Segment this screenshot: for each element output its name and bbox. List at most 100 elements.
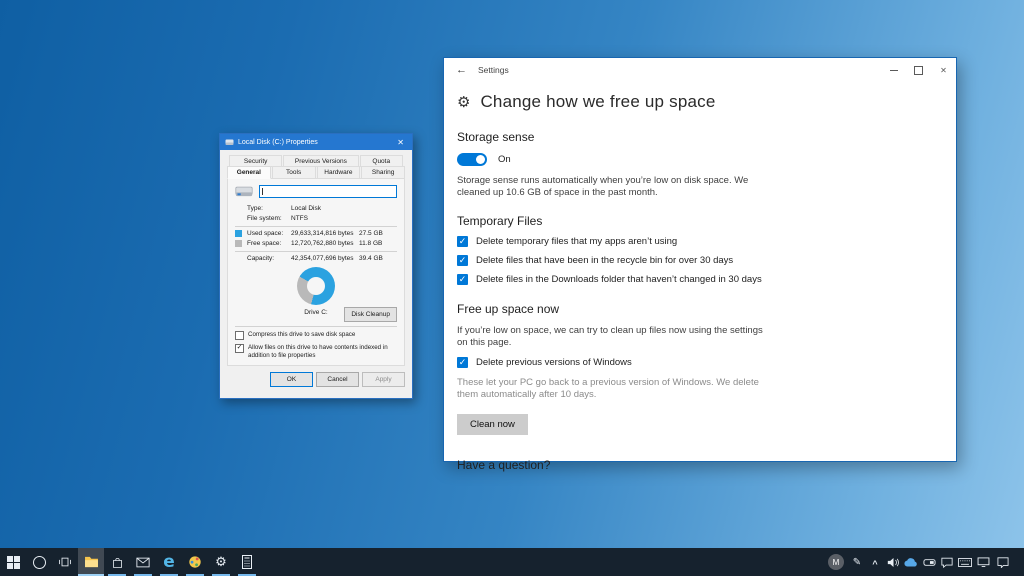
tab-hardware[interactable]: Hardware	[317, 166, 361, 179]
index-contents-checkbox[interactable]: ✓ Allow files on this drive to have cont…	[235, 344, 397, 360]
device-tray-button[interactable]	[920, 548, 938, 576]
touch-keyboard-button[interactable]	[956, 548, 974, 576]
free-space-swatch	[235, 240, 242, 247]
temporary-files-heading: Temporary Files	[457, 214, 956, 228]
task-view-button[interactable]	[52, 548, 78, 576]
drive-icon	[225, 138, 234, 146]
disk-usage-donut-chart	[297, 267, 335, 305]
capacity-size: 39.4 GB	[359, 255, 383, 262]
volume-icon	[887, 557, 900, 568]
edge-button[interactable]: e	[156, 548, 182, 576]
checkbox-delete-temp-files[interactable]: ✓ Delete temporary files that my apps ar…	[457, 236, 956, 247]
free-up-space-description: If you’re low on space, we can try to cl…	[457, 325, 771, 349]
touch-keyboard-icon	[958, 558, 972, 567]
dialog-titlebar: Local Disk (C:) Properties ✕	[220, 134, 412, 150]
display-tray-button[interactable]	[974, 548, 992, 576]
checkbox-checked-icon: ✓	[457, 357, 468, 368]
cancel-button[interactable]: Cancel	[316, 372, 359, 387]
settings-window-title: Settings	[478, 65, 509, 75]
settings-button[interactable]: ⚙	[208, 548, 234, 576]
checkbox-delete-recycle-bin[interactable]: ✓ Delete files that have been in the rec…	[457, 255, 956, 266]
cortana-search-button[interactable]	[26, 548, 52, 576]
maximize-button[interactable]	[906, 58, 931, 82]
action-center-button[interactable]	[992, 548, 1014, 576]
paint-app-button[interactable]	[182, 548, 208, 576]
chevron-up-icon: ^	[872, 559, 877, 569]
page-title: Change how we free up space	[480, 92, 715, 112]
free-up-space-heading: Free up space now	[457, 302, 956, 316]
action-center-icon	[997, 557, 1009, 568]
used-space-size: 27.5 GB	[359, 230, 383, 237]
divider	[235, 326, 397, 327]
apply-button-disabled[interactable]: Apply	[362, 372, 405, 387]
mail-button[interactable]	[130, 548, 156, 576]
show-hidden-icons-button[interactable]: ^	[866, 548, 884, 576]
storage-sense-description: Storage sense runs automatically when yo…	[457, 175, 777, 199]
pen-icon: ✎	[853, 557, 861, 568]
onedrive-cloud-icon	[904, 558, 918, 567]
feedback-tray-button[interactable]	[938, 548, 956, 576]
maximize-icon	[914, 66, 923, 75]
calculator-button[interactable]	[234, 548, 260, 576]
desktop: ← Settings ✕ ⚙ Change how we free up spa…	[0, 0, 1024, 576]
free-space-bytes: 12,720,762,880 bytes	[291, 240, 359, 247]
used-space-bytes: 29,633,314,816 bytes	[291, 230, 359, 237]
toggle-state-label: On	[498, 154, 511, 165]
tab-tools[interactable]: Tools	[272, 166, 316, 179]
close-button[interactable]: ✕	[931, 58, 956, 82]
edge-icon: e	[163, 554, 175, 571]
tab-general[interactable]: General	[227, 166, 271, 179]
free-space-size: 11.8 GB	[359, 240, 382, 247]
user-account-button[interactable]: M	[824, 548, 848, 576]
volume-label-input[interactable]	[259, 185, 397, 198]
settings-titlebar: ← Settings ✕	[444, 58, 956, 82]
disk-properties-dialog: Local Disk (C:) Properties ✕ Security Pr…	[219, 133, 413, 399]
tab-sharing[interactable]: Sharing	[361, 166, 405, 179]
used-space-label: Used space:	[247, 230, 291, 237]
checkbox-delete-downloads[interactable]: ✓ Delete files in the Downloads folder t…	[457, 274, 956, 286]
storage-sense-heading: Storage sense	[457, 130, 956, 144]
filesystem-value: NTFS	[291, 215, 308, 222]
minimize-icon	[890, 70, 898, 71]
user-avatar: M	[828, 554, 844, 570]
filesystem-label: File system:	[247, 215, 291, 222]
checkbox-checked-icon: ✓	[457, 274, 468, 285]
cortana-circle-icon	[33, 556, 46, 569]
gear-icon: ⚙	[457, 93, 470, 111]
have-a-question-heading: Have a question?	[457, 458, 956, 472]
device-icon	[923, 558, 936, 567]
drive-icon	[235, 186, 253, 198]
dialog-close-button[interactable]: ✕	[394, 138, 407, 147]
shopping-bag-icon	[111, 556, 124, 569]
calculator-icon	[241, 555, 253, 569]
free-space-label: Free space:	[247, 240, 291, 247]
start-button[interactable]	[0, 548, 26, 576]
people-pen-button[interactable]: ✎	[848, 548, 866, 576]
checkbox-checked-icon: ✓	[235, 344, 244, 353]
volume-button[interactable]	[884, 548, 902, 576]
text-caret	[262, 188, 263, 195]
dialog-title: Local Disk (C:) Properties	[238, 139, 394, 146]
back-arrow-icon[interactable]: ←	[456, 64, 467, 76]
type-label: Type:	[247, 205, 291, 212]
used-space-swatch	[235, 230, 242, 237]
disk-cleanup-button[interactable]: Disk Cleanup	[344, 307, 397, 322]
folder-icon	[84, 556, 99, 568]
divider	[235, 226, 397, 227]
clean-now-button[interactable]: Clean now	[457, 414, 528, 435]
checkbox-delete-previous-windows[interactable]: ✓ Delete previous versions of Windows	[457, 357, 956, 368]
store-button[interactable]	[104, 548, 130, 576]
file-explorer-button[interactable]	[78, 548, 104, 576]
display-icon	[977, 557, 990, 567]
minimize-button[interactable]	[881, 58, 906, 82]
storage-sense-toggle[interactable]	[457, 153, 487, 166]
compress-drive-checkbox[interactable]: Compress this drive to save disk space	[235, 331, 397, 340]
gear-icon: ⚙	[215, 555, 227, 570]
ok-button[interactable]: OK	[270, 372, 313, 387]
envelope-icon	[136, 557, 150, 568]
windows-logo-icon	[7, 556, 20, 569]
feedback-icon	[941, 557, 953, 568]
type-value: Local Disk	[291, 205, 321, 212]
settings-window: ← Settings ✕ ⚙ Change how we free up spa…	[443, 57, 957, 462]
onedrive-button[interactable]	[902, 548, 920, 576]
